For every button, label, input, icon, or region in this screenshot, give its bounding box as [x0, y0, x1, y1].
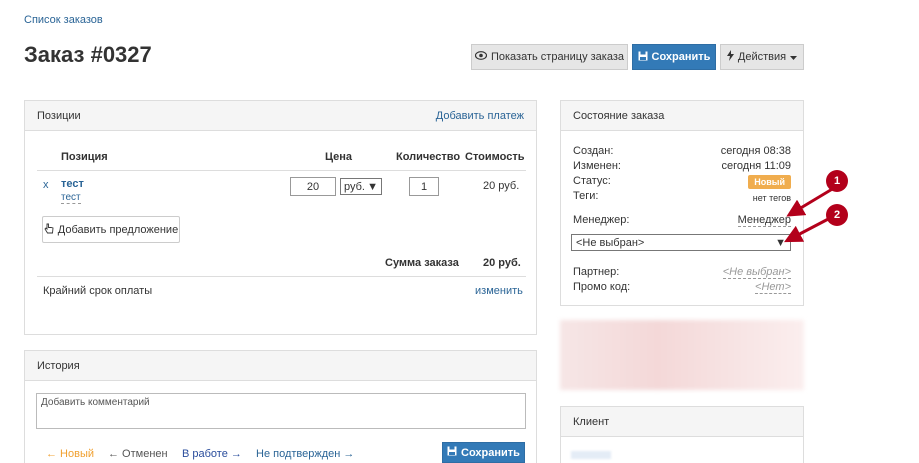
changed-value: сегодня 11:09: [721, 160, 791, 172]
total-divider: [37, 276, 526, 277]
hand-pointer-icon: [44, 223, 54, 237]
client-panel: Клиент: [560, 406, 804, 463]
currency-select[interactable]: руб. ▼: [340, 178, 382, 195]
header-divider: [37, 170, 526, 171]
actions-dropdown-button[interactable]: Действия: [720, 44, 804, 70]
order-state-panel: Состояние заказа Создан: сегодня 08:38 И…: [560, 100, 804, 306]
created-value: сегодня 08:38: [720, 145, 791, 157]
comment-textarea[interactable]: [36, 393, 526, 429]
position-name-link[interactable]: тест: [61, 178, 84, 190]
status-new-link[interactable]: ← Новый: [46, 448, 94, 460]
eye-icon: [474, 51, 488, 63]
column-header-cost: Стоимость: [465, 151, 525, 163]
floppy-icon: [447, 446, 457, 459]
partner-link[interactable]: <Не выбран>: [722, 266, 791, 279]
remove-position-link[interactable]: x: [43, 179, 49, 191]
position-cost: 20 руб.: [483, 180, 520, 192]
history-panel-header: История: [25, 351, 536, 381]
manager-label: Менеджер:: [573, 214, 630, 226]
client-panel-title: Клиент: [573, 415, 610, 428]
status-unconfirmed-link[interactable]: Не подтвержден →: [256, 448, 354, 460]
blurred-region: [560, 320, 804, 390]
history-panel-title: История: [37, 359, 80, 372]
history-save-label: Сохранить: [461, 446, 520, 459]
add-offer-label: Добавить предложение: [57, 223, 179, 236]
page-title: Заказ #0327: [24, 42, 152, 67]
caret-down-icon: [790, 51, 798, 63]
changed-label: Изменен:: [573, 160, 621, 172]
partner-label: Партнер:: [573, 266, 620, 278]
status-cancelled-link[interactable]: ← Отменен: [108, 448, 168, 460]
payment-deadline-label: Крайний срок оплаты: [43, 285, 153, 297]
positions-panel-header: Позиции Добавить платеж: [25, 101, 536, 131]
show-order-page-label: Показать страницу заказа: [490, 51, 625, 63]
annotation-marker-1: 1: [826, 170, 848, 192]
tags-label: Теги:: [573, 190, 599, 202]
select-arrow-icon: ▼: [367, 180, 378, 193]
position-sub-link[interactable]: тест: [61, 192, 81, 204]
order-state-panel-title: Состояние заказа: [573, 109, 665, 122]
add-payment-link[interactable]: Добавить платеж: [436, 110, 524, 122]
column-header-position: Позиция: [61, 151, 108, 163]
manager-select-value: <Не выбран>: [576, 236, 645, 249]
show-order-page-button[interactable]: Показать страницу заказа: [471, 44, 628, 70]
actions-label: Действия: [737, 51, 787, 63]
status-in-progress-link[interactable]: В работе →: [182, 448, 242, 460]
annotation-marker-2: 2: [826, 204, 848, 226]
price-input[interactable]: 20: [290, 177, 336, 196]
promo-link[interactable]: <Нет>: [755, 281, 791, 294]
status-label: Статус:: [573, 175, 611, 187]
column-header-quantity: Количество: [396, 151, 461, 163]
positions-panel: Позиции Добавить платеж Позиция Цена Кол…: [24, 100, 537, 335]
breadcrumb-orders-link[interactable]: Список заказов: [24, 14, 103, 26]
bolt-icon: [726, 50, 734, 64]
promo-label: Промо код:: [573, 281, 631, 293]
edit-deadline-link[interactable]: изменить: [475, 285, 523, 297]
column-header-price: Цена: [325, 151, 353, 163]
blurred-client-name: [571, 451, 611, 459]
history-save-button[interactable]: Сохранить: [442, 442, 525, 463]
order-total-label: Сумма заказа: [385, 257, 459, 269]
floppy-icon: [638, 51, 648, 64]
manager-select[interactable]: <Не выбран> ▼: [571, 234, 791, 251]
created-label: Создан:: [573, 145, 614, 157]
quantity-input[interactable]: 1: [409, 177, 439, 196]
order-state-panel-header: Состояние заказа: [561, 101, 803, 131]
currency-select-value: руб.: [344, 180, 365, 193]
add-offer-button[interactable]: Добавить предложение: [42, 216, 180, 243]
client-panel-header: Клиент: [561, 407, 803, 437]
order-total-value: 20 руб.: [483, 257, 521, 269]
save-button[interactable]: Сохранить: [632, 44, 716, 70]
positions-panel-title: Позиции: [37, 109, 81, 122]
save-label: Сохранить: [651, 51, 711, 63]
